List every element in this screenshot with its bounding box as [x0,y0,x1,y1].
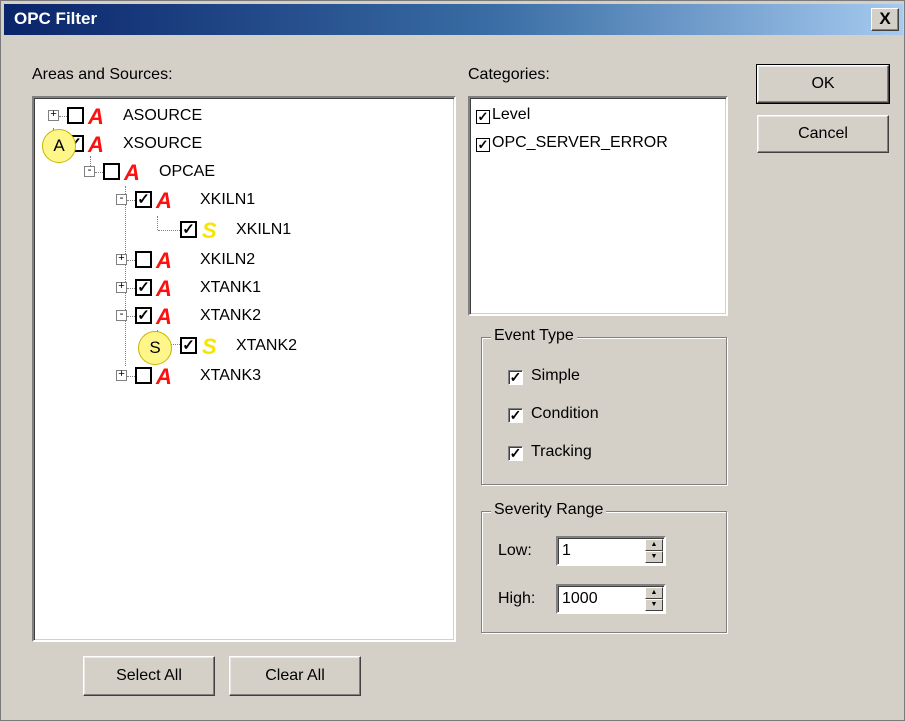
tree-line [95,172,103,173]
collapse-icon[interactable]: - [116,310,127,321]
severity-low-label: Low: [498,542,532,559]
node-label: XTANK3 [200,367,262,384]
tree-node-opcae[interactable]: - A OPCAE [78,162,298,188]
tree-node-xkiln2[interactable]: + A XKILN2 [110,250,330,276]
tree-node-xtank2-source[interactable]: ✓ S XTANK2 [180,336,400,362]
simple-checkbox[interactable]: ✓ [508,370,523,385]
severity-low-field[interactable]: 1 ▲ ▼ [556,536,666,566]
event-simple-option[interactable]: ✓ Simple [508,366,580,386]
tree-node-xtank3[interactable]: + A XTANK3 [110,366,330,392]
tree-line [127,200,135,201]
tree-node-xkiln1[interactable]: - ✓ A XKILN1 [110,190,330,216]
severity-low-spinner[interactable]: ▲ ▼ [645,539,663,563]
node-label: XTANK2 [200,307,262,324]
option-label: Simple [531,367,580,384]
node-label: XKILN2 [200,251,256,268]
category-item-opc-server-error[interactable]: ✓ OPC_SERVER_ERROR [476,134,668,152]
option-label: Tracking [531,443,592,460]
severity-range-group: Severity Range Low: 1 ▲ ▼ High: 1000 ▲ ▼ [481,501,727,633]
tree-line [127,376,135,377]
condition-checkbox[interactable]: ✓ [508,408,523,423]
severity-high-label: High: [498,590,536,607]
clear-all-button[interactable]: Clear All [229,656,361,696]
tree-node-xkiln1-source[interactable]: ✓ S XKILN1 [180,220,400,246]
area-icon: A [156,364,172,389]
close-button[interactable]: X [871,8,899,31]
category-item-level[interactable]: ✓ Level [476,106,530,124]
node-checkbox[interactable] [135,367,152,384]
source-icon: S [202,334,217,359]
collapse-icon[interactable]: - [84,166,95,177]
title-bar: OPC Filter X [4,4,903,35]
event-type-title: Event Type [491,327,577,345]
node-label: XTANK1 [200,279,262,296]
node-checkbox[interactable] [103,163,120,180]
tree-line [157,216,158,230]
tree-line [127,288,135,289]
tracking-checkbox[interactable]: ✓ [508,446,523,461]
node-label: XSOURCE [123,135,203,152]
node-checkbox[interactable]: ✓ [135,307,152,324]
tree-line [127,260,135,261]
categories-list[interactable]: ✓ Level ✓ OPC_SERVER_ERROR [468,96,728,316]
severity-range-title: Severity Range [491,501,607,519]
tree-line [127,316,135,317]
category-checkbox[interactable]: ✓ [476,138,490,152]
area-icon: A [156,248,172,273]
tree-node-asource[interactable]: + A ASOURCE [40,106,260,132]
source-callout-badge: S [138,331,172,365]
severity-low-value[interactable]: 1 [562,542,571,560]
node-label: OPCAE [159,163,216,180]
expand-icon[interactable]: + [116,282,127,293]
node-checkbox[interactable]: ✓ [135,191,152,208]
tree-line [59,116,67,117]
node-checkbox[interactable]: ✓ [180,221,197,238]
source-icon: S [202,218,217,243]
area-icon: A [124,160,140,185]
tree-node-xtank2[interactable]: - ✓ A XTANK2 [110,306,330,332]
category-checkbox[interactable]: ✓ [476,110,490,124]
spin-down-icon[interactable]: ▼ [645,599,663,611]
node-checkbox[interactable] [67,107,84,124]
option-label: Condition [531,405,599,422]
area-icon: A [156,188,172,213]
category-label: Level [492,106,531,123]
node-label: XKILN1 [200,191,256,208]
area-callout-badge: A [42,129,76,163]
severity-high-spinner[interactable]: ▲ ▼ [645,587,663,611]
area-icon: A [156,304,172,329]
categories-label: Categories: [468,66,550,83]
category-label: OPC_SERVER_ERROR [492,134,668,151]
node-label: ASOURCE [123,107,203,124]
tree-line [158,230,180,231]
areas-sources-tree[interactable]: + A ASOURCE - ✓ A XSOURCE - A OPCAE - ✓ … [32,96,456,642]
event-condition-option[interactable]: ✓ Condition [508,404,599,424]
expand-icon[interactable]: + [116,370,127,381]
node-checkbox[interactable]: ✓ [135,279,152,296]
spin-up-icon[interactable]: ▲ [645,587,663,599]
area-icon: A [156,276,172,301]
areas-sources-label: Areas and Sources: [32,66,173,83]
area-icon: A [88,104,104,129]
collapse-icon[interactable]: - [116,194,127,205]
node-checkbox[interactable] [135,251,152,268]
ok-button[interactable]: OK [756,64,890,104]
opc-filter-dialog: OPC Filter X Areas and Sources: Categori… [0,0,905,721]
event-tracking-option[interactable]: ✓ Tracking [508,442,592,462]
event-type-group: Event Type ✓ Simple ✓ Condition ✓ Tracking [481,327,727,485]
expand-icon[interactable]: + [48,110,59,121]
severity-high-field[interactable]: 1000 ▲ ▼ [556,584,666,614]
spin-up-icon[interactable]: ▲ [645,539,663,551]
window-title: OPC Filter [14,9,98,28]
node-label: XTANK2 [236,337,298,354]
cancel-button[interactable]: Cancel [757,115,889,153]
node-label: XKILN1 [236,221,292,238]
expand-icon[interactable]: + [116,254,127,265]
select-all-button[interactable]: Select All [83,656,215,696]
node-checkbox[interactable]: ✓ [180,337,197,354]
area-icon: A [88,132,104,157]
tree-node-xtank1[interactable]: + ✓ A XTANK1 [110,278,330,304]
spin-down-icon[interactable]: ▼ [645,551,663,563]
severity-high-value[interactable]: 1000 [562,590,598,608]
